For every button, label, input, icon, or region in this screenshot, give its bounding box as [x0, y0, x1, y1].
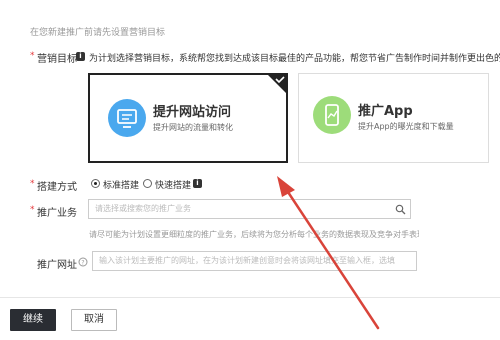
marketing-goal-desc: 为计划选择营销目标，系统帮您找到达成该目标最佳的产品功能，帮您节省广告制作时间并… [89, 54, 500, 64]
app-icon [313, 96, 351, 134]
marketing-goal-label: 营销目标 [37, 54, 77, 65]
goal-card-app[interactable]: 推广App 提升App的曝光度和下载量 [298, 73, 489, 163]
continue-button[interactable]: 继续 [10, 309, 56, 331]
section-hint: 在您新建推广前请先设置营销目标 [30, 28, 166, 38]
business-placeholder: 请选择或搜索您的推广业务 [95, 204, 191, 213]
search-icon[interactable] [395, 204, 406, 215]
goal-card-sub: 提升App的曝光度和下载量 [358, 122, 454, 131]
info-icon[interactable]: i [193, 179, 202, 188]
radio-standard-label[interactable]: 标准搭建 [103, 178, 139, 191]
radio-quick-label[interactable]: 快速搭建 [155, 178, 191, 191]
question-circle-icon[interactable]: ? [78, 257, 88, 267]
business-label: 推广业务 [37, 208, 77, 219]
required-mark: * [30, 179, 35, 189]
svg-text:?: ? [81, 260, 84, 267]
url-label: 推广网址 [37, 260, 77, 271]
goal-card-website[interactable]: 提升网站访问 提升网站的流量和转化 [88, 73, 288, 163]
url-input[interactable]: 输入该计划主要推广的网址，在为该计划新建创意时会将该网址填充至输入框，选填 [92, 251, 417, 271]
business-help: 请尽可能为计划设置更细粒度的推广业务，后续将为您分析每个业务的数据表现及竞争对手… [89, 230, 419, 239]
required-mark: * [30, 51, 35, 61]
website-icon [108, 99, 146, 137]
radio-standard[interactable] [91, 179, 100, 188]
goal-card-title: 提升网站访问 [153, 105, 232, 120]
business-select[interactable]: 请选择或搜索您的推广业务 [88, 199, 411, 219]
goal-card-title: 推广App [358, 104, 413, 119]
cancel-button[interactable]: 取消 [71, 309, 117, 331]
info-icon[interactable]: i [76, 52, 85, 61]
divider [0, 297, 500, 298]
required-mark: * [30, 205, 35, 215]
radio-quick[interactable] [143, 179, 152, 188]
goal-card-sub: 提升网站的流量和转化 [153, 123, 233, 132]
check-corner-icon [267, 74, 287, 94]
build-mode-label: 搭建方式 [37, 182, 77, 193]
url-placeholder: 输入该计划主要推广的网址，在为该计划新建创意时会将该网址填充至输入框，选填 [99, 256, 395, 265]
